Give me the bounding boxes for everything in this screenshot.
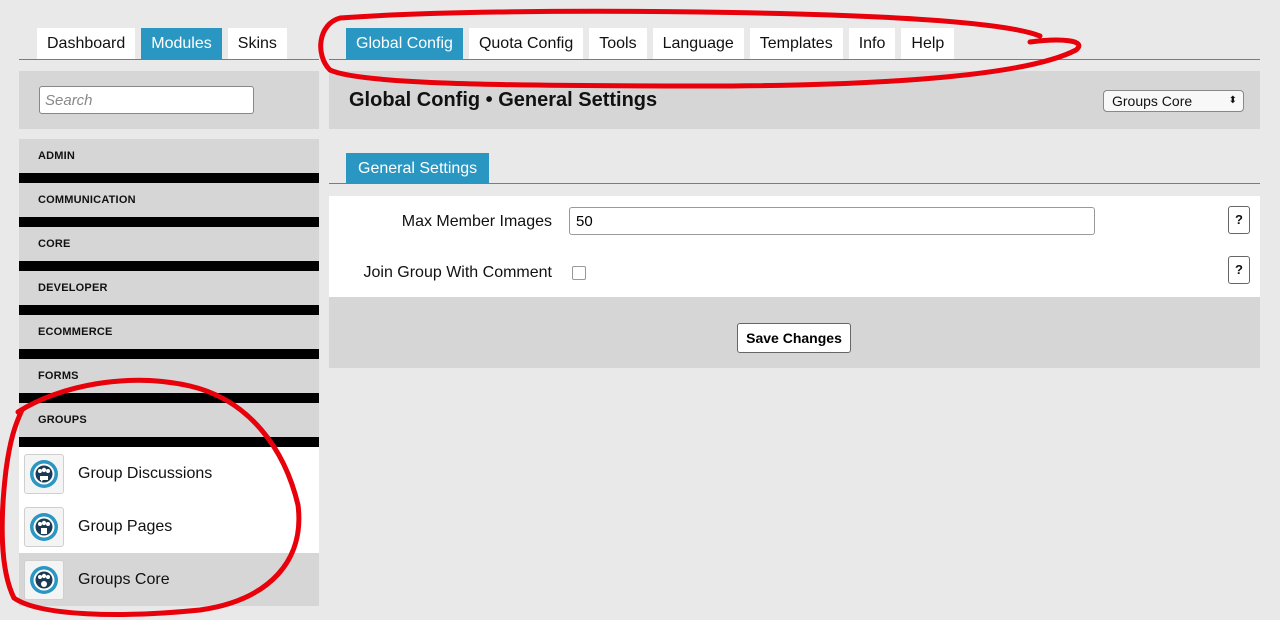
join-group-with-comment-checkbox[interactable] [572, 266, 586, 280]
group-discussions-icon [24, 453, 64, 494]
category-list: ADMIN COMMUNICATION CORE DEVELOPER ECOMM… [19, 139, 319, 447]
max-member-images-help-button[interactable]: ? [1228, 206, 1250, 234]
category-admin[interactable]: ADMIN [19, 139, 319, 183]
settings-form: Max Member Images ? Join Group With Comm… [329, 196, 1260, 297]
tab-modules[interactable]: Modules [141, 28, 222, 60]
tab-tools[interactable]: Tools [589, 28, 647, 60]
page-header: Global Config • General Settings Groups … [329, 71, 1260, 129]
max-member-images-label: Max Member Images [401, 213, 552, 230]
module-item-group-discussions[interactable]: Group Discussions [19, 447, 319, 500]
tab-quota-config[interactable]: Quota Config [468, 28, 584, 60]
module-list: Group Discussions Group Pages Groups Cor… [19, 447, 319, 606]
module-label: Group Pages [78, 517, 173, 535]
subtab-underline [329, 183, 1260, 184]
tab-language[interactable]: Language [652, 28, 744, 60]
category-ecommerce[interactable]: ECOMMERCE [19, 315, 319, 359]
tab-global-config[interactable]: Global Config [346, 28, 463, 60]
module-select-value: Groups Core [1112, 93, 1193, 109]
group-pages-icon [24, 506, 64, 547]
max-member-images-input[interactable] [569, 207, 1095, 235]
category-forms[interactable]: FORMS [19, 359, 319, 403]
config-tabs: Global Config Quota Config Tools Languag… [346, 28, 955, 60]
category-developer[interactable]: DEVELOPER [19, 271, 319, 315]
category-core[interactable]: CORE [19, 227, 319, 271]
tab-templates[interactable]: Templates [749, 28, 843, 60]
groups-core-icon [24, 559, 64, 600]
tab-help[interactable]: Help [901, 28, 955, 60]
tab-general-settings[interactable]: General Settings [346, 153, 490, 184]
form-footer: Save Changes [329, 297, 1260, 368]
module-select[interactable]: Groups Core ⬍ [1103, 90, 1244, 112]
category-communication[interactable]: COMMUNICATION [19, 183, 319, 227]
save-changes-button[interactable]: Save Changes [737, 323, 851, 353]
join-group-with-comment-help-button[interactable]: ? [1228, 256, 1250, 284]
sidebar: ADMIN COMMUNICATION CORE DEVELOPER ECOMM… [19, 71, 319, 606]
tab-underline [19, 59, 319, 60]
module-label: Group Discussions [78, 464, 213, 482]
module-item-group-pages[interactable]: Group Pages [19, 500, 319, 553]
tab-info[interactable]: Info [848, 28, 896, 60]
search-panel [19, 71, 319, 129]
tab-skins[interactable]: Skins [227, 28, 287, 60]
tab-dashboard[interactable]: Dashboard [37, 28, 136, 60]
module-label: Groups Core [78, 570, 170, 588]
module-item-groups-core[interactable]: Groups Core [19, 553, 319, 606]
select-arrows-icon: ⬍ [1228, 95, 1237, 106]
search-input[interactable] [39, 86, 254, 114]
tab-underline [329, 59, 1260, 60]
primary-tabs: Dashboard Modules Skins [37, 28, 287, 60]
category-groups[interactable]: GROUPS [19, 403, 319, 447]
page-title: Global Config • General Settings [349, 89, 658, 111]
join-group-with-comment-label: Join Group With Comment [363, 264, 552, 281]
